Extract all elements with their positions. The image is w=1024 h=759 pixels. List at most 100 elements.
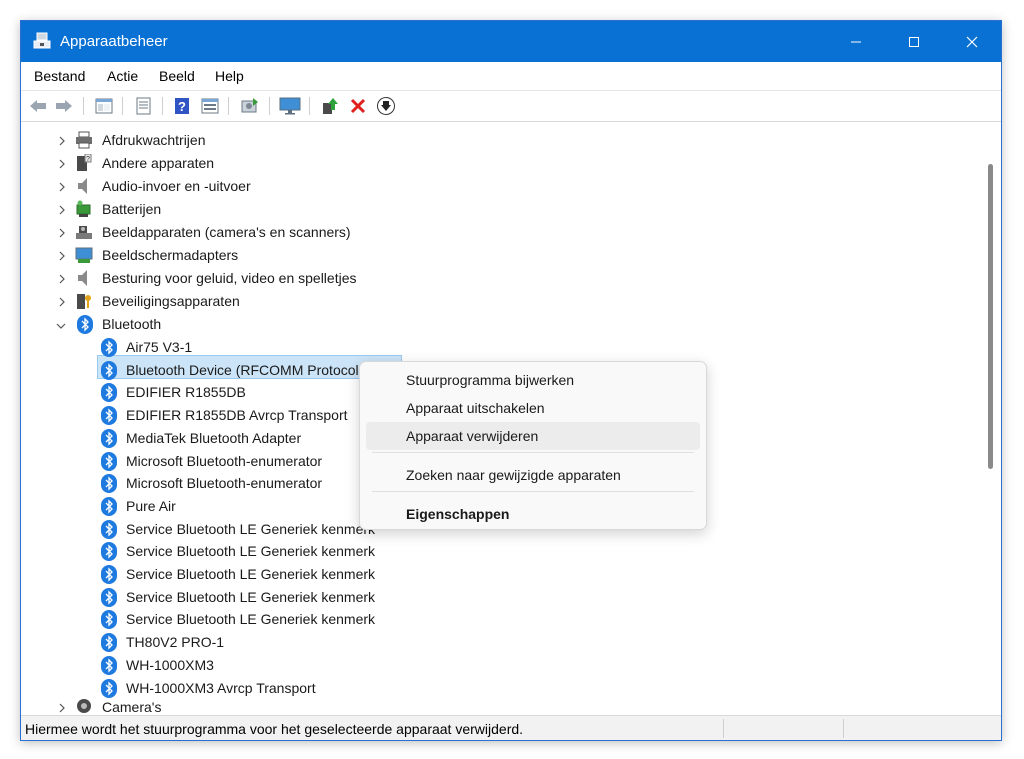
bluetooth-device-item[interactable]: TH80V2 PRO-1	[77, 632, 397, 654]
bluetooth-icon	[101, 406, 117, 426]
chevron-right-icon	[59, 205, 65, 215]
bluetooth-device-item[interactable]: Air75 V3-1	[77, 337, 397, 359]
menu-separator	[372, 452, 694, 453]
other-devices-icon: ?	[77, 154, 92, 171]
monitor-button[interactable]	[279, 95, 301, 117]
menu-item-update-driver[interactable]: Stuurprogramma bijwerken	[366, 366, 700, 394]
tree-category-label: Afdrukwachtrijen	[102, 132, 206, 148]
chevron-right-icon	[59, 228, 65, 238]
menu-help[interactable]: Help	[215, 68, 244, 84]
back-button[interactable]	[27, 95, 49, 117]
bluetooth-device-item[interactable]: Pure Air	[77, 496, 397, 518]
maximize-button[interactable]	[885, 21, 943, 62]
camera-icon	[77, 699, 91, 713]
view-button[interactable]	[199, 95, 221, 117]
bluetooth-device-item[interactable]: EDIFIER R1855DB Avrcp Transport	[77, 405, 397, 427]
bluetooth-device-label: Service Bluetooth LE Generiek kenmerk	[126, 611, 376, 628]
tree-category-label: Beeldschermadapters	[102, 247, 239, 263]
menu-beeld[interactable]: Beeld	[159, 68, 195, 84]
menu-bestand[interactable]: Bestand	[34, 68, 85, 84]
bluetooth-icon	[101, 565, 117, 584]
bluetooth-icon	[101, 519, 117, 539]
bluetooth-device-label: Pure Air	[126, 497, 176, 514]
back-arrow-icon	[30, 100, 46, 112]
menu-item-properties[interactable]: Eigenschappen	[366, 500, 700, 528]
chevron-down-icon	[56, 323, 66, 329]
chevron-right-icon	[59, 297, 65, 307]
bluetooth-icon	[101, 610, 117, 630]
bluetooth-device-item[interactable]: Service Bluetooth LE Generiek kenmerk	[77, 541, 397, 563]
download-button[interactable]	[375, 95, 397, 117]
bluetooth-icon	[77, 315, 93, 334]
bluetooth-device-label: Service Bluetooth LE Generiek kenmerk	[126, 566, 376, 582]
tree-category-beveiligingsapparaten[interactable]: Beveiligingsapparaten	[53, 291, 453, 313]
tree-category-bluetooth[interactable]: Bluetooth	[53, 314, 453, 336]
chevron-right-icon	[59, 251, 65, 261]
view-icon	[201, 98, 219, 114]
menu-item-uninstall-device[interactable]: Apparaat verwijderen	[366, 422, 700, 450]
bluetooth-device-item[interactable]: Bluetooth Device (RFCOMM Protocol TDI)	[77, 360, 397, 382]
camera-scanner-icon	[76, 226, 92, 239]
printer-icon	[76, 131, 92, 149]
forward-button[interactable]	[53, 95, 75, 117]
menu-item-disable-device[interactable]: Apparaat uitschakelen	[366, 394, 700, 422]
chevron-right-icon	[59, 136, 65, 146]
menu-item-label: Apparaat uitschakelen	[406, 400, 545, 416]
toolbar-separator	[83, 97, 84, 115]
tree-category-label: Beveiligingsapparaten	[102, 293, 240, 309]
bluetooth-device-item[interactable]: Microsoft Bluetooth-enumerator	[77, 451, 397, 473]
speaker-icon	[78, 178, 87, 194]
properties-button[interactable]	[133, 95, 155, 117]
bluetooth-icon	[101, 360, 117, 380]
bluetooth-device-item[interactable]: Service Bluetooth LE Generiek kenmerk	[77, 564, 397, 586]
uninstall-button[interactable]	[347, 95, 369, 117]
scan-hardware-button[interactable]	[239, 95, 261, 117]
tree-category-andere-apparaten[interactable]: ? Andere apparaten	[53, 153, 453, 175]
close-icon	[966, 36, 978, 47]
chevron-right-icon	[59, 159, 65, 169]
tree-category-label: Besturing voor geluid, video en spelletj…	[102, 270, 357, 286]
tree-category-cameras[interactable]: Camera's	[53, 697, 453, 713]
bluetooth-device-label: Microsoft Bluetooth-enumerator	[126, 452, 323, 469]
close-button[interactable]	[943, 21, 1001, 62]
bluetooth-device-item[interactable]: Service Bluetooth LE Generiek kenmerk	[77, 519, 397, 541]
menu-item-label: Eigenschappen	[406, 506, 510, 522]
context-menu: Stuurprogramma bijwerken Apparaat uitsch…	[359, 361, 707, 530]
device-manager-icon	[33, 32, 51, 50]
toolbar-separator	[309, 97, 310, 115]
tree-category-label: Bluetooth	[102, 316, 162, 332]
menu-actie[interactable]: Actie	[107, 68, 138, 84]
show-hide-tree-button[interactable]	[93, 95, 115, 117]
bluetooth-device-item[interactable]: EDIFIER R1855DB	[77, 382, 397, 404]
tree-category-beeldschermadapters[interactable]: Beeldschermadapters	[53, 245, 453, 267]
bluetooth-device-item[interactable]: MediaTek Bluetooth Adapter	[77, 428, 397, 450]
toolbar-separator	[269, 97, 270, 115]
bluetooth-icon	[101, 451, 117, 471]
status-divider	[723, 719, 724, 738]
maximize-icon	[909, 36, 919, 47]
bluetooth-device-item[interactable]: Microsoft Bluetooth-enumerator	[77, 473, 397, 495]
help-icon: ?	[175, 98, 189, 114]
tree-category-afdrukwachtrijen[interactable]: Afdrukwachtrijen	[53, 130, 453, 152]
update-driver-button[interactable]	[319, 95, 341, 117]
tree-category-audio[interactable]: Audio-invoer en -uitvoer	[53, 176, 453, 198]
battery-icon	[76, 200, 91, 217]
help-button[interactable]: ?	[171, 95, 193, 117]
vertical-scrollbar[interactable]	[981, 122, 1001, 713]
scrollbar-thumb[interactable]	[988, 164, 993, 469]
menu-item-scan-hardware[interactable]: Zoeken naar gewijzigde apparaten	[366, 461, 700, 489]
security-device-icon	[77, 294, 91, 309]
toolbar-separator	[162, 97, 163, 115]
menu-item-label: Apparaat verwijderen	[406, 428, 539, 444]
bluetooth-device-item[interactable]: Service Bluetooth LE Generiek kenmerk	[77, 609, 397, 631]
forward-arrow-icon	[56, 100, 72, 112]
tree-category-batterijen[interactable]: Batterijen	[53, 199, 453, 221]
bluetooth-device-label: MediaTek Bluetooth Adapter	[126, 429, 302, 446]
tree-category-beeldapparaten[interactable]: Beeldapparaten (camera's en scanners)	[53, 222, 453, 244]
bluetooth-device-item[interactable]: Service Bluetooth LE Generiek kenmerk	[77, 587, 397, 609]
minimize-button[interactable]	[827, 21, 885, 62]
show-hide-tree-icon	[95, 98, 113, 114]
tree-category-besturing-geluid[interactable]: Besturing voor geluid, video en spelletj…	[53, 268, 453, 290]
bluetooth-device-item[interactable]: WH-1000XM3	[77, 655, 397, 677]
chevron-right-icon	[59, 703, 65, 713]
